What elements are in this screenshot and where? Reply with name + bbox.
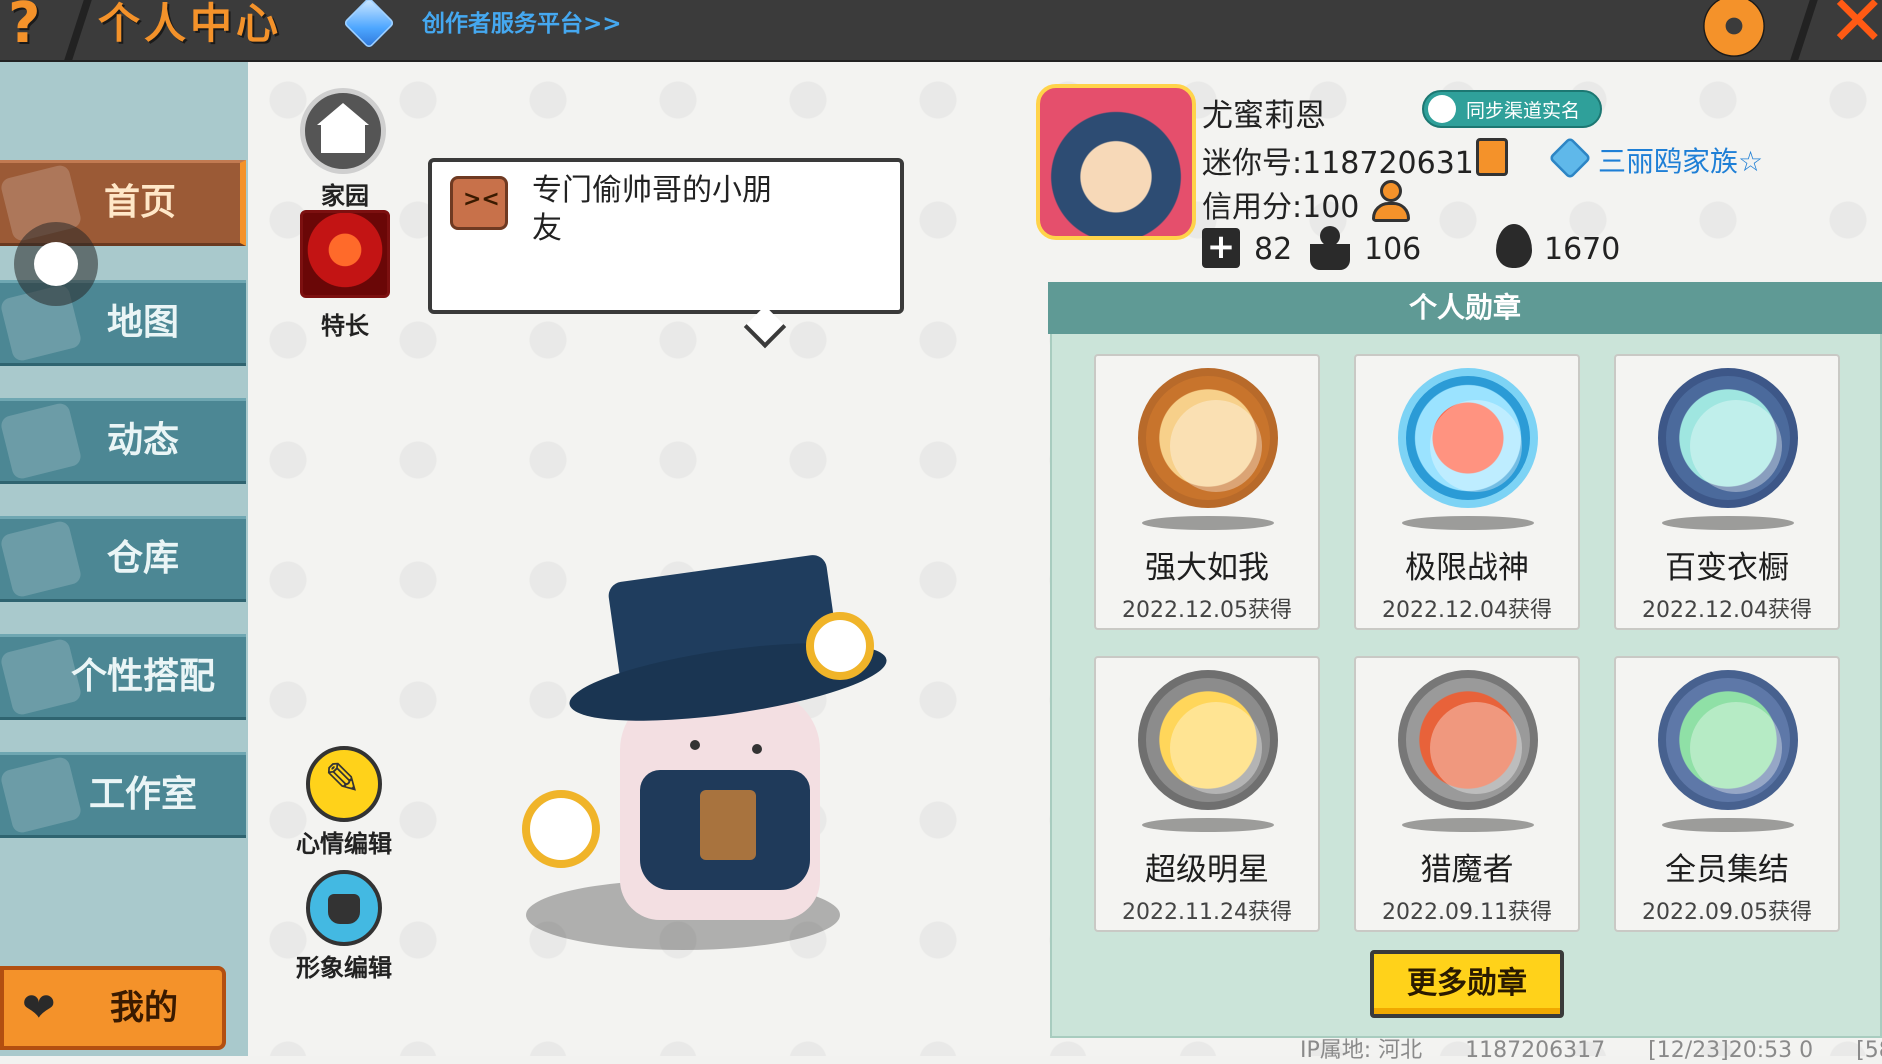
footer-time: [12/23]20:53 0: [1648, 1038, 1814, 1063]
bell-tab-icon: [0, 401, 83, 481]
friend-icon[interactable]: [1370, 180, 1412, 224]
sidebar-item-outfit[interactable]: 个性搭配: [0, 634, 246, 720]
medal-superstar-icon: [1138, 670, 1278, 810]
mood-edit-label: 心情编辑: [296, 830, 392, 858]
hat-clock-icon: [806, 612, 874, 680]
top-bar: ? 个人中心 创作者服务平台>> ✕: [0, 0, 1882, 62]
help-icon[interactable]: ?: [8, 0, 60, 54]
skill-icon[interactable]: [300, 210, 390, 298]
medal-date: 2022.12.04获得: [1382, 598, 1552, 623]
medal-pedestal: [1402, 516, 1534, 530]
sidebar-item-label: 仓库: [106, 538, 179, 579]
medal-name: 全员集结: [1665, 852, 1789, 888]
friend-count: 82: [1254, 232, 1293, 267]
homeland-label: 家园: [321, 182, 369, 210]
footer-version: [58]1.21: [1856, 1038, 1882, 1063]
medal-card[interactable]: 极限战神 2022.12.04获得: [1354, 354, 1580, 630]
fans-count: 106: [1364, 232, 1422, 267]
heat-count: 1670: [1544, 232, 1621, 267]
medal-card[interactable]: 强大如我 2022.12.05获得: [1094, 354, 1320, 630]
medal-date: 2022.11.24获得: [1122, 900, 1292, 925]
sidebar-item-moments[interactable]: 动态: [0, 398, 246, 484]
medal-panel-title: 个人勋章: [1048, 282, 1882, 334]
avatar-edit-icon[interactable]: [306, 870, 382, 946]
mine-button-label: 我的: [110, 988, 178, 1028]
footer-info: IP属地: 河北 1187206317 [12/23]20:53 0 [58]1…: [1300, 1032, 1882, 1064]
mine-button[interactable]: ❤ 我的: [0, 966, 226, 1050]
medal-card[interactable]: 全员集结 2022.09.05获得: [1614, 656, 1840, 932]
medal-date: 2022.12.04获得: [1642, 598, 1812, 623]
credit-score: 信用分:100: [1202, 190, 1360, 225]
creator-platform-link[interactable]: 创作者服务平台>>: [422, 4, 622, 38]
sidebar-item-label: 首页: [103, 182, 176, 223]
medal-name: 百变衣橱: [1665, 550, 1789, 586]
medal-name: 超级明星: [1145, 852, 1269, 888]
medal-name: 猎魔者: [1420, 852, 1514, 888]
add-friend-icon[interactable]: +: [1202, 228, 1240, 268]
heat-flame-icon: [1496, 224, 1532, 268]
footer-uid: 1187206317: [1465, 1038, 1606, 1063]
sidebar-item-label: 工作室: [88, 774, 197, 815]
fans-icon: [1306, 226, 1354, 270]
more-medals-button[interactable]: 更多勋章: [1370, 950, 1564, 1018]
family-name-link[interactable]: 三丽鸥家族☆: [1598, 140, 1763, 180]
sidebar-item-label: 个性搭配: [70, 656, 215, 697]
warehouse-tab-icon: [0, 519, 83, 599]
sidebar-item-label: 动态: [106, 420, 179, 461]
top-bar-divider: [64, 0, 92, 60]
medal-wardrobe-icon: [1658, 368, 1798, 508]
mood-edit-icon[interactable]: [306, 746, 382, 822]
medal-pedestal: [1662, 818, 1794, 832]
medal-demon-hunter-icon: [1398, 670, 1538, 810]
mini-id: 迷你号:1187206317: [1202, 146, 1493, 181]
signature-text: 专门偷帅哥的小朋友: [532, 173, 772, 246]
settings-gear-icon[interactable]: [1711, 3, 1757, 49]
avatar[interactable]: [1036, 84, 1196, 240]
character-eye: [690, 740, 700, 750]
medal-assemble-icon: [1658, 670, 1798, 810]
page-title: 个人中心: [98, 0, 283, 48]
medal-pedestal: [1142, 818, 1274, 832]
medal-date: 2022.09.11获得: [1382, 900, 1552, 925]
ip-location: IP属地: 河北: [1300, 1038, 1423, 1063]
medal-boss-icon: [1398, 368, 1538, 508]
sidebar-item-warehouse[interactable]: 仓库: [0, 516, 246, 602]
medal-pedestal: [1402, 818, 1534, 832]
mini-face-icon: [450, 176, 508, 230]
sidebar-item-studio[interactable]: 工作室: [0, 752, 246, 838]
sidebar-item-label: 地图: [106, 302, 179, 343]
skill-label: 特长: [321, 312, 369, 340]
medal-date: 2022.09.05获得: [1642, 900, 1812, 925]
top-bar-divider: [1790, 0, 1818, 60]
held-clock-icon: [522, 790, 600, 868]
medal-name: 强大如我: [1145, 550, 1269, 586]
close-icon[interactable]: ✕: [1828, 0, 1882, 56]
character-vest: [700, 790, 756, 860]
avatar-edit-label: 形象编辑: [296, 954, 392, 982]
medal-name: 极限战神: [1405, 550, 1529, 586]
medal-pedestal: [1662, 516, 1794, 530]
medal-card[interactable]: 猎魔者 2022.09.11获得: [1354, 656, 1580, 932]
medal-card[interactable]: 百变衣橱 2022.12.04获得: [1614, 354, 1840, 630]
homeland-house-icon[interactable]: [300, 88, 386, 174]
creator-platform-icon[interactable]: [342, 0, 396, 50]
signature-bubble[interactable]: 专门偷帅哥的小朋友: [428, 158, 904, 349]
studio-tab-icon: [0, 755, 83, 835]
floating-joystick-knob[interactable]: [14, 222, 98, 306]
medal-card[interactable]: 超级明星 2022.11.24获得: [1094, 656, 1320, 932]
heart-icon: ❤: [22, 985, 56, 1031]
sync-realname-button[interactable]: 同步渠道实名: [1422, 90, 1602, 128]
medal-strong-icon: [1138, 368, 1278, 508]
copy-id-icon[interactable]: [1476, 138, 1508, 176]
profile-name: 尤蜜莉恩: [1202, 98, 1326, 134]
character-eye: [752, 744, 762, 754]
medal-pedestal: [1142, 516, 1274, 530]
medal-date: 2022.12.05获得: [1122, 598, 1292, 623]
